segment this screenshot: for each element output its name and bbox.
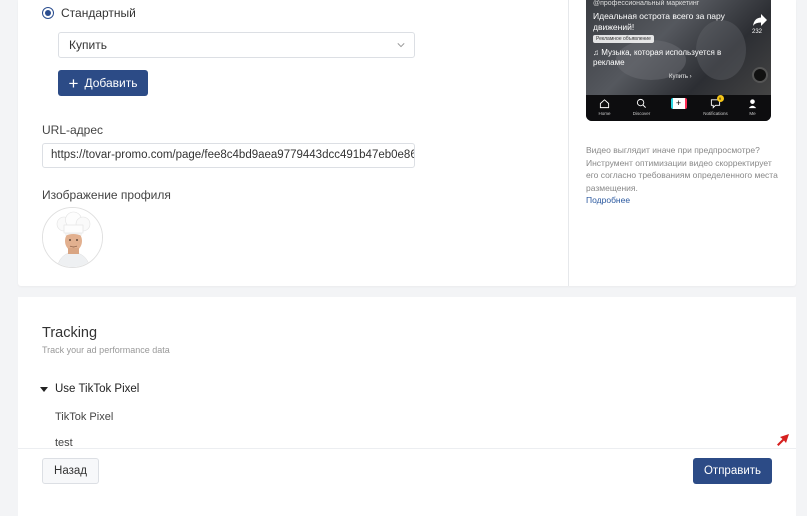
plus-icon: + [68,73,79,93]
chevron-down-icon [397,43,405,48]
caret-down-icon [40,386,48,392]
radio-button[interactable] [42,7,54,19]
create-plus-icon: + [670,98,687,109]
nav-home-label: Home [598,111,611,116]
url-label: URL-адрес [42,123,104,137]
cta-select[interactable]: Купить [58,32,415,58]
cursor-arrow-icon [777,434,789,446]
tiktok-pixel-toggle-label: Use TikTok Pixel [55,383,140,395]
profile-icon [748,99,757,109]
profile-image-label: Изображение профиля [42,188,171,202]
nav-notifications: 9 Notifications [701,95,731,116]
vertical-divider [568,0,569,286]
preview-ad-tag: Рекламное объявление [593,35,654,43]
ad-preview: @профессиональный маркетинг Идеальная ос… [586,0,771,121]
profile-image[interactable] [42,207,103,268]
preview-nav-bar: Home Discover + 9 Notifications Me [586,95,771,121]
chef-avatar-image [43,208,102,267]
nav-me-label: Me [749,111,756,116]
nav-discover: Discover [627,98,657,116]
tiktok-pixel-toggle[interactable]: Use TikTok Pixel [40,383,139,395]
footer-bar: Назад Отправить [18,448,796,492]
cta-select-value: Купить [69,38,107,52]
pixel-option[interactable]: TikTok Pixel [55,411,113,423]
share-icon [753,14,767,26]
search-icon [636,98,646,108]
nav-home: Home [590,98,620,116]
preview-music: ♫ Музыка, которая используется в рекламе [593,48,722,67]
add-button-label: Добавить [84,76,138,90]
back-button[interactable]: Назад [42,458,99,484]
radio-label: Стандартный [61,6,136,20]
nav-create: + [664,98,694,109]
submit-button[interactable]: Отправить [693,458,772,484]
preview-buy: Купить › [669,74,692,80]
preview-headline: Идеальная острота всего за пару движений… [593,11,725,32]
share-count: 232 [752,29,763,35]
url-input[interactable]: https://tovar-promo.com/page/fee8c4bd9ae… [42,143,415,168]
learn-more-link[interactable]: Подробнее [586,195,630,205]
tracking-subtitle: Track your ad performance data [42,345,170,355]
tracking-title: Tracking [42,325,98,341]
nav-discover-label: Discover [632,111,651,116]
preview-note: Видео выглядит иначе при предпросмотре? … [586,145,778,193]
home-icon [599,99,610,109]
nav-me: Me [738,98,768,116]
notification-badge: 9 [716,95,724,102]
music-disc-icon [752,67,768,83]
preview-account: @профессиональный маркетинг [593,0,700,7]
nav-notifications-label: Notifications [703,111,728,116]
standard-option[interactable]: Стандартный [42,6,136,20]
add-button[interactable]: + Добавить [58,70,148,96]
